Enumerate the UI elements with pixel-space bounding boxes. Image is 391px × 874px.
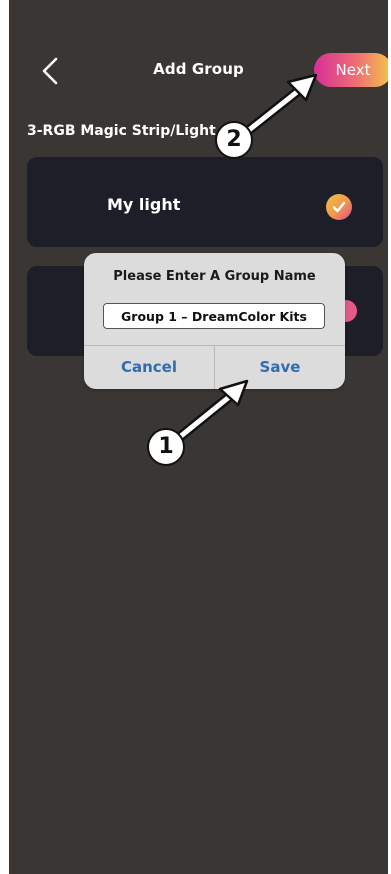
group-name-dialog: Please Enter A Group Name Cancel Save — [84, 253, 345, 389]
device-type-label: 3-RGB Magic Strip/Light — [27, 123, 216, 139]
dialog-title: Please Enter A Group Name — [113, 269, 316, 284]
next-button[interactable]: Next — [314, 53, 388, 87]
device-checkbox-my-light[interactable] — [326, 194, 352, 220]
cancel-button[interactable]: Cancel — [84, 345, 214, 389]
checkmark-icon — [332, 201, 346, 213]
app-screen: Add Group Next 3-RGB Magic Strip/Light M… — [9, 0, 388, 874]
step-callout-1: 1 — [147, 428, 185, 466]
step-callout-2: 2 — [215, 121, 253, 159]
device-name: My light — [107, 195, 181, 214]
group-name-input[interactable] — [103, 303, 325, 329]
save-button[interactable]: Save — [215, 345, 345, 389]
